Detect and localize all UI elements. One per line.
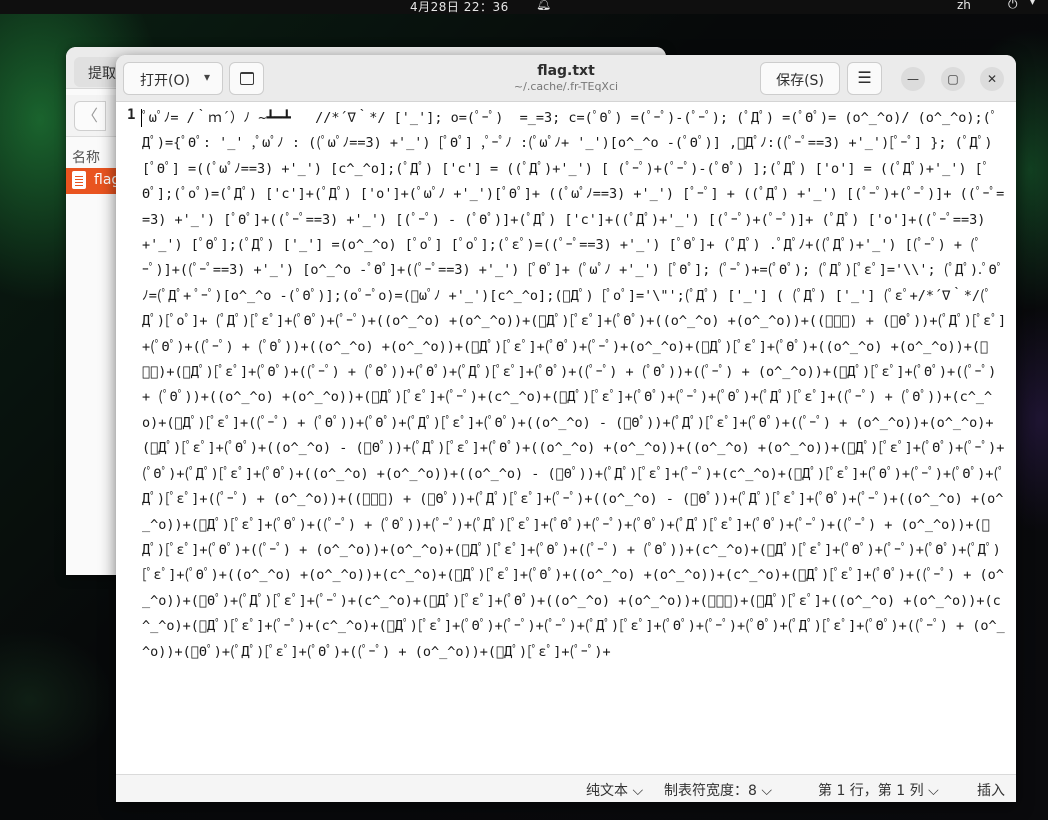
power-icon[interactable]: ⏻ — [1008, 0, 1018, 12]
editor-header-bar: 打开(O) ▾ flag.txt ~/.cache/.fr-TEqXci 保存(… — [116, 55, 1016, 102]
minimize-button[interactable]: — — [901, 67, 925, 91]
maximize-button[interactable]: ▢ — [941, 67, 965, 91]
file-content[interactable]: ﾟωﾟﾉ= /｀ｍ´）ﾉ ~┻━┻ //*´∇｀*/ ['_']; o=(ﾟｰﾟ… — [142, 106, 1008, 665]
chevron-down-icon[interactable]: ▾ — [1030, 0, 1035, 8]
line-number: 1 — [127, 107, 136, 123]
bell-icon[interactable]: 🔔︎ — [536, 0, 551, 11]
tab-width-selector[interactable]: 制表符宽度：8 ⌵ — [664, 780, 772, 800]
text-view[interactable]: 1 ﾟωﾟﾉ= /｀ｍ´）ﾉ ~┻━┻ //*´∇｀*/ ['_']; o=(ﾟ… — [116, 103, 1016, 774]
close-button[interactable]: ✕ — [980, 67, 1004, 91]
insert-mode-indicator[interactable]: 插入 — [977, 780, 1005, 800]
status-bar: 纯文本 ⌵ 制表符宽度：8 ⌵ 第 1 行，第 1 列 ⌵ 插入 — [116, 774, 1016, 802]
language-selector[interactable]: 纯文本 ⌵ — [586, 780, 643, 800]
input-method-indicator[interactable]: zh — [957, 0, 971, 12]
text-editor-window[interactable]: 打开(O) ▾ flag.txt ~/.cache/.fr-TEqXci 保存(… — [116, 55, 1016, 802]
save-button[interactable]: 保存(S) — [760, 62, 840, 95]
text-file-icon — [72, 171, 86, 189]
hamburger-menu-icon: ☰ — [857, 68, 872, 87]
clock[interactable]: 4月28日 22：36 — [410, 0, 509, 15]
cursor-position-selector[interactable]: 第 1 行，第 1 列 ⌵ — [818, 780, 939, 800]
column-header-name[interactable]: 名称 — [72, 147, 100, 167]
save-button-label: 保存(S) — [776, 73, 824, 89]
main-menu-button[interactable]: ☰ — [847, 62, 882, 95]
top-bar: 4月28日 22：36 🔔︎ zh ⏻ ▾ — [0, 0, 1048, 14]
back-arrow-icon[interactable]: 〈 — [74, 101, 106, 131]
